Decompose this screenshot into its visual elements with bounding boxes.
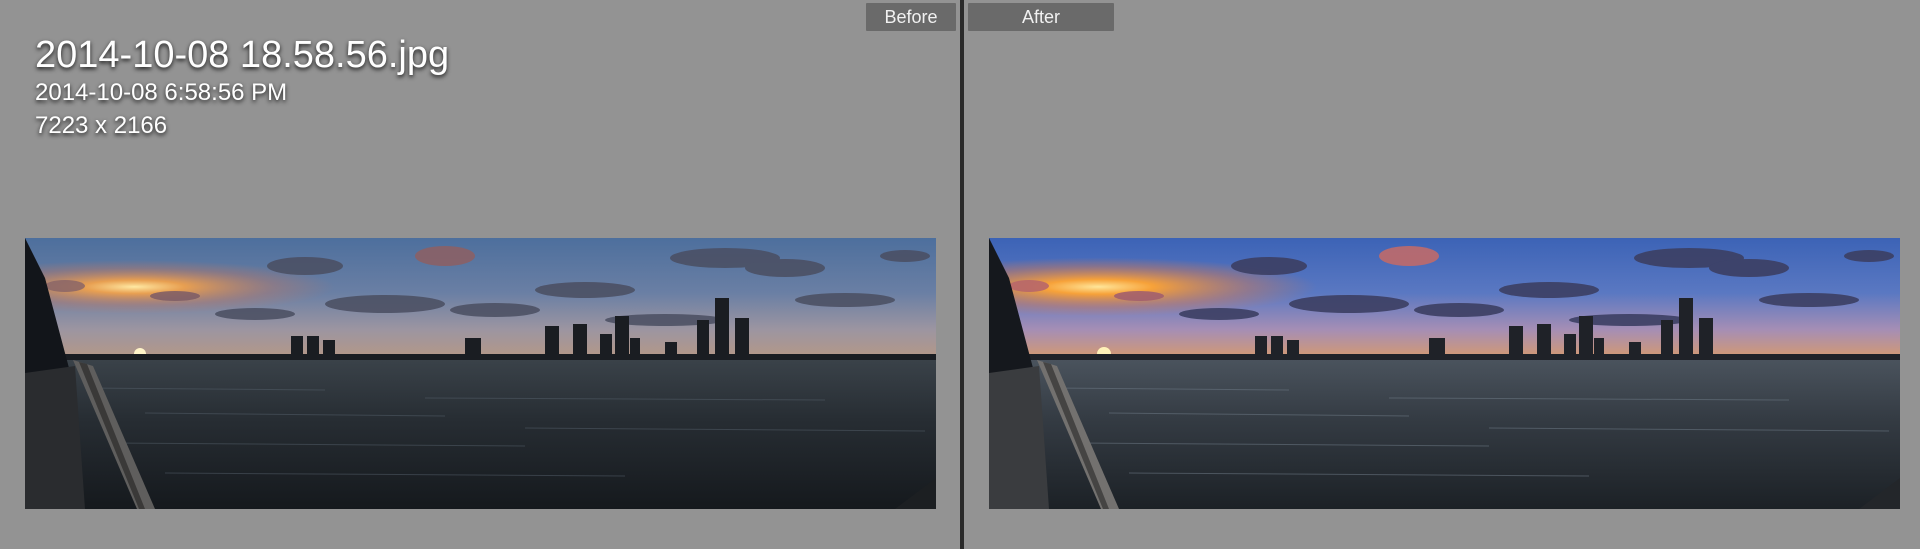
image-filename: 2014-10-08 18.58.56.jpg xyxy=(35,34,450,76)
capture-time: 2014-10-08 6:58:56 PM xyxy=(35,79,288,106)
after-pane xyxy=(964,0,1920,549)
after-photo[interactable] xyxy=(989,238,1900,509)
before-photo-image xyxy=(25,238,936,509)
image-dimensions: 7223 x 2166 xyxy=(35,112,168,139)
after-label: After xyxy=(968,3,1114,31)
image-info-overlay: 2014-10-08 18.58.56.jpg 2014-10-08 6:58:… xyxy=(35,34,449,142)
before-label: Before xyxy=(866,3,956,31)
before-pane: 2014-10-08 18.58.56.jpg 2014-10-08 6:58:… xyxy=(0,0,960,549)
before-photo[interactable] xyxy=(25,238,936,509)
after-photo-image xyxy=(989,238,1900,509)
